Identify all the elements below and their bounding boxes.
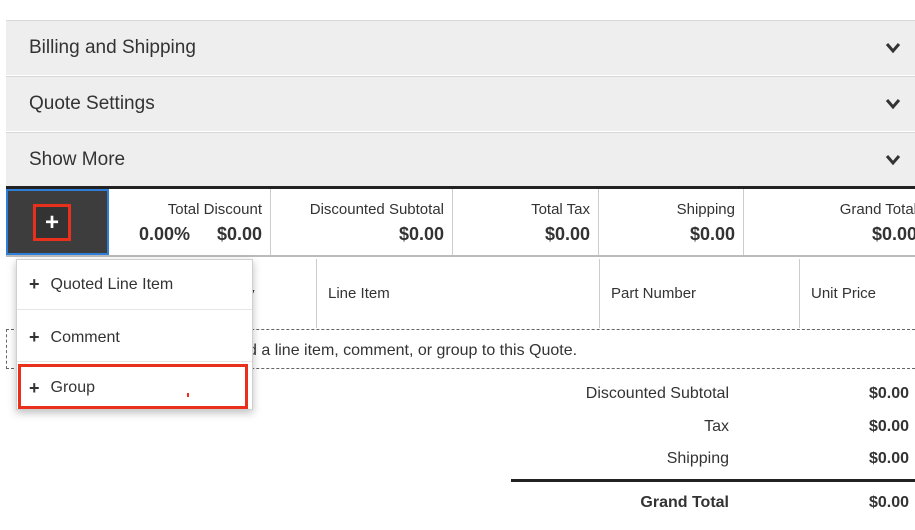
shipping-value: $0.00 [689, 224, 735, 244]
summary-row-discounted-subtotal: Discounted Subtotal $0.00 [510, 385, 915, 409]
summary-value: $0.00 [868, 494, 909, 511]
total-discount-percent: 0.00% [139, 224, 191, 244]
grand-total-value: $0.00 [871, 224, 915, 244]
add-item-button[interactable]: + [33, 204, 71, 241]
plus-icon: + [29, 327, 40, 347]
total-discount-value: $0.00 [216, 224, 262, 244]
plus-icon: + [44, 208, 59, 236]
panel-billing-shipping[interactable]: Billing and Shipping [6, 20, 915, 75]
chevron-down-icon[interactable] [885, 97, 901, 111]
menu-item-label: Comment [50, 328, 120, 346]
empty-state-message: d a line item, comment, or group to this… [248, 342, 578, 359]
column-header-part-number[interactable]: Part Number [599, 259, 799, 328]
menu-item-label: Quoted Line Item [50, 275, 174, 293]
add-menu-toggle-container: + [6, 189, 109, 255]
chevron-down-icon[interactable] [885, 41, 901, 55]
total-discount-label: Total Discount [167, 201, 262, 218]
panel-title: Billing and Shipping [29, 37, 196, 58]
summary-value: $0.00 [868, 385, 909, 402]
summary-label: Tax [704, 418, 729, 435]
discounted-subtotal-column: Discounted Subtotal $0.00 [271, 189, 453, 255]
annotation-mark [187, 393, 189, 397]
chevron-down-icon[interactable] [885, 153, 901, 167]
total-tax-column: Total Tax $0.00 [453, 189, 599, 255]
summary-row-tax: Tax $0.00 [510, 418, 915, 442]
quote-totals-bar: + Total Discount 0.00% $0.00 Discounted … [6, 186, 915, 257]
summary-row-shipping: Shipping $0.00 [510, 450, 915, 474]
column-header-line-item[interactable]: Line Item [316, 259, 599, 328]
summary-value: $0.00 [868, 450, 909, 467]
total-tax-label: Total Tax [531, 201, 590, 218]
summary-value: $0.00 [868, 418, 909, 435]
panel-quote-settings[interactable]: Quote Settings [6, 76, 915, 131]
summary-label: Grand Total [640, 494, 729, 511]
plus-icon: + [29, 274, 40, 294]
menu-item-comment[interactable]: + Comment [17, 314, 252, 362]
shipping-column: Shipping $0.00 [599, 189, 744, 255]
grand-total-divider [511, 479, 915, 482]
total-tax-value: $0.00 [544, 224, 590, 244]
menu-item-group[interactable]: + Group [17, 364, 252, 412]
menu-item-label: Group [50, 379, 95, 396]
summary-label: Shipping [666, 450, 729, 467]
shipping-label: Shipping [676, 201, 735, 218]
plus-icon: + [29, 377, 40, 398]
total-discount-column: Total Discount 0.00% $0.00 [109, 189, 271, 255]
menu-item-quoted-line-item[interactable]: + Quoted Line Item [17, 260, 252, 310]
add-item-dropdown-menu: + Quoted Line Item + Comment + Group [16, 259, 253, 410]
discounted-subtotal-label: Discounted Subtotal [309, 201, 444, 218]
panel-show-more[interactable]: Show More [6, 132, 915, 186]
discounted-subtotal-value: $0.00 [398, 224, 444, 244]
summary-row-grand-total: Grand Total $0.00 [510, 494, 915, 518]
panel-title: Quote Settings [29, 93, 155, 114]
column-header-unit-price[interactable]: Unit Price [799, 259, 915, 328]
grand-total-label: Grand Total [839, 201, 915, 218]
panel-title: Show More [29, 148, 126, 170]
grand-total-column: Grand Total $0.00 [744, 189, 915, 255]
summary-label: Discounted Subtotal [585, 385, 729, 402]
